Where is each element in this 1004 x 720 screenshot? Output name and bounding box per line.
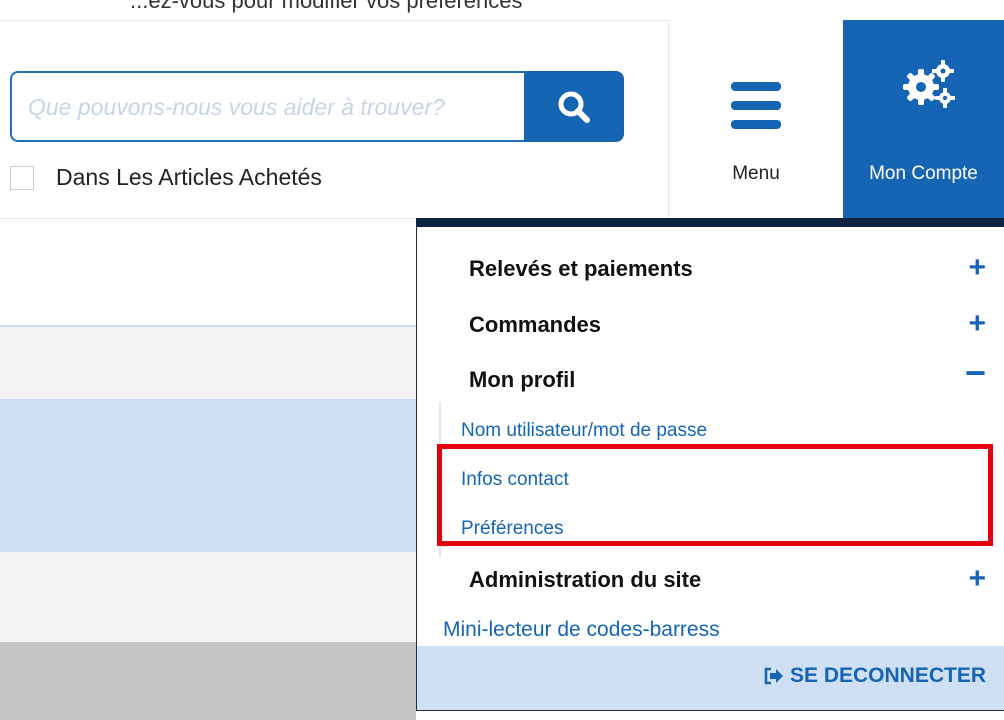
expand-icon[interactable]: +	[968, 309, 986, 339]
logout-bar: SE DECONNECTER	[417, 646, 1004, 710]
background-row	[0, 552, 416, 642]
section-label: Commandes	[469, 312, 602, 337]
search-input[interactable]: Que pouvons-nous vous aider à trouver?	[10, 71, 524, 142]
sign-out-icon	[764, 667, 783, 685]
search-bar: Que pouvons-nous vous aider à trouver?	[10, 71, 624, 144]
search-button[interactable]	[524, 71, 624, 142]
logout-button[interactable]: SE DECONNECTER	[764, 664, 986, 688]
background-row-selected	[0, 399, 416, 552]
gears-icon	[903, 60, 955, 108]
section-statements[interactable]: Relevés et paiements +	[417, 245, 1004, 293]
background-row	[0, 327, 416, 399]
page-divider	[0, 218, 416, 219]
profile-item-username-password[interactable]: Nom utilisateur/mot de passe	[461, 420, 707, 442]
collapse-icon[interactable]: −	[965, 355, 986, 391]
expand-icon[interactable]: +	[968, 253, 986, 283]
purchased-filter-label: Dans Les Articles Achetés	[56, 164, 322, 190]
account-label: Mon Compte	[869, 163, 978, 184]
section-label: Administration du site	[469, 567, 702, 592]
section-label: Relevés et paiements	[469, 256, 693, 281]
search-icon	[558, 91, 590, 123]
top-partial-text: ...ez-vous pour modifier vos préférences	[130, 0, 523, 13]
purchased-filter-checkbox[interactable]	[10, 166, 34, 190]
section-label: Mon profil	[469, 367, 576, 392]
section-site-admin[interactable]: Administration du site +	[417, 556, 1004, 604]
section-profile[interactable]: Mon profil −	[417, 355, 1004, 404]
section-orders[interactable]: Commandes +	[417, 301, 1004, 349]
account-button[interactable]: Mon Compte	[843, 20, 1004, 220]
menu-button[interactable]: Menu	[668, 20, 843, 220]
expand-icon[interactable]: +	[968, 564, 986, 594]
background-row	[0, 642, 416, 720]
logout-label: SE DECONNECTER	[789, 664, 986, 687]
barcode-scanner-link[interactable]: Mini-lecteur de codes-barress	[443, 618, 720, 642]
hamburger-icon	[731, 82, 781, 139]
search-placeholder: Que pouvons-nous vous aider à trouver?	[28, 94, 445, 120]
highlight-box	[437, 444, 993, 546]
menu-label: Menu	[732, 163, 780, 184]
